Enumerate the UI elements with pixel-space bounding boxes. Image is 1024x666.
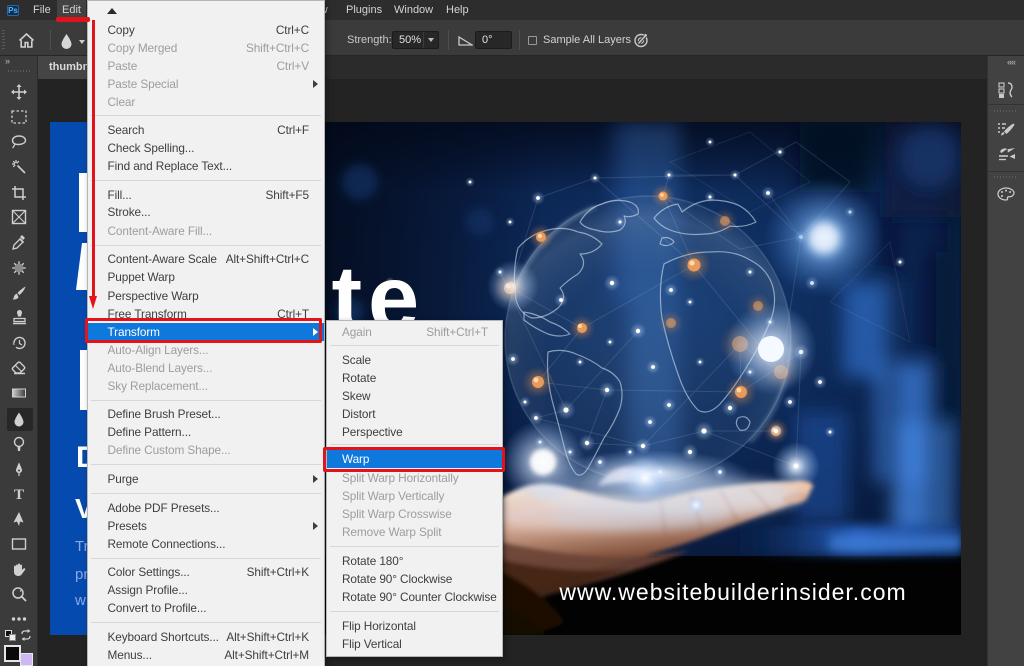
svg-text:T: T [14, 487, 24, 502]
svg-text:www.websitebuilderinsider.com: www.websitebuilderinsider.com [558, 579, 906, 605]
svg-text:w: w [74, 592, 86, 609]
